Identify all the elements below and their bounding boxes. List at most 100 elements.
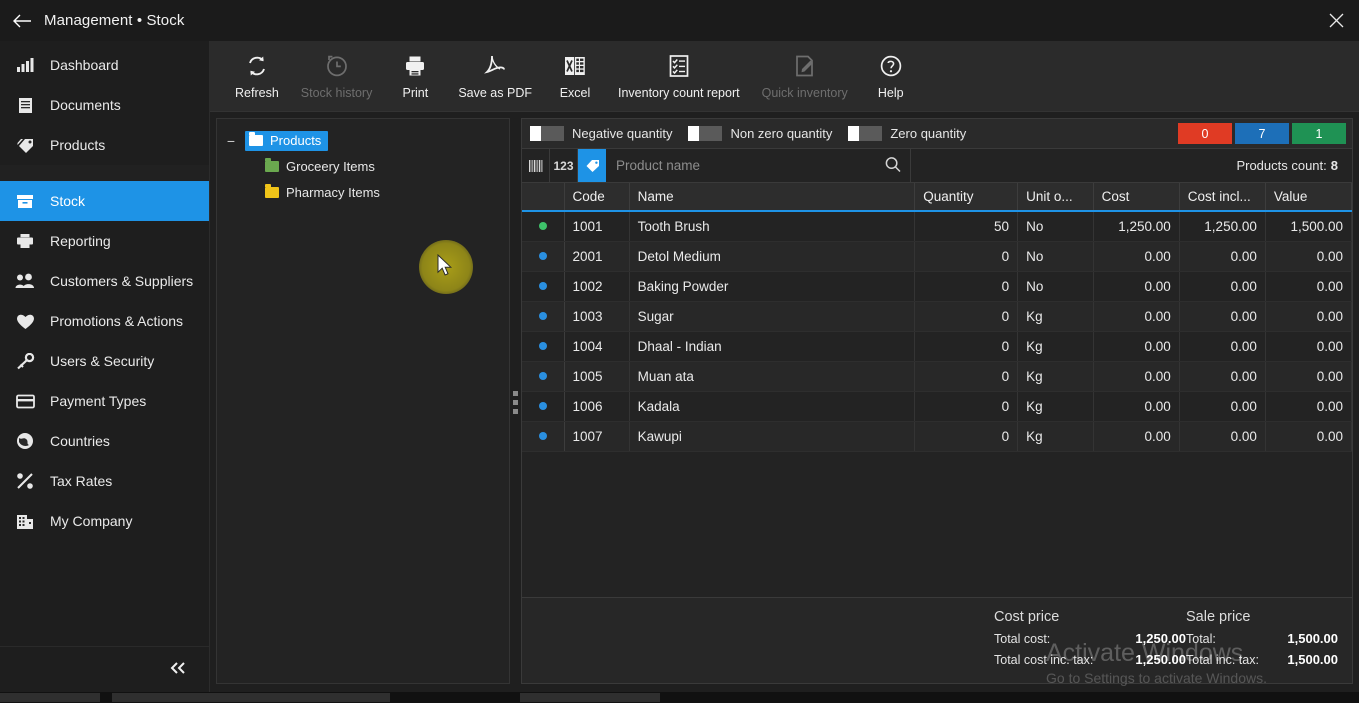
- cell-name: Kawupi: [629, 421, 916, 452]
- table-row[interactable]: 1004 Dhaal - Indian 0 Kg 0.00 0.00 0.00: [522, 331, 1353, 362]
- toggle-zero-quantity-label: Zero quantity: [890, 126, 967, 141]
- total-cost-inc-tax-value: 1,250.00: [1135, 652, 1186, 667]
- table-row[interactable]: 1006 Kadala 0 Kg 0.00 0.00 0.00: [522, 391, 1353, 422]
- table-row[interactable]: 1001 Tooth Brush 50 No 1,250.00 1,250.00…: [522, 211, 1353, 242]
- cell-name: Detol Medium: [629, 241, 916, 272]
- close-icon[interactable]: [1313, 0, 1359, 41]
- sidebar-item-dashboard[interactable]: Dashboard: [0, 45, 209, 85]
- badge-zero-count[interactable]: 7: [1235, 123, 1289, 144]
- stock-history-button[interactable]: Stock history: [290, 45, 384, 107]
- box-icon: [14, 190, 36, 212]
- cell-cost: 0.00: [1093, 271, 1180, 302]
- sidebar-item-label: Products: [50, 137, 106, 153]
- pane-splitter[interactable]: [510, 112, 521, 692]
- cell-quantity: 0: [914, 421, 1019, 452]
- numeric-search-button[interactable]: 123: [550, 149, 578, 182]
- cell-name: Dhaal - Indian: [629, 331, 916, 362]
- row-status: [522, 391, 565, 422]
- col-unit[interactable]: Unit o...: [1017, 183, 1094, 212]
- status-dot-icon: [538, 312, 547, 320]
- tree-node-products[interactable]: − Products: [217, 128, 509, 154]
- col-value[interactable]: Value: [1265, 183, 1353, 212]
- table-row[interactable]: 1003 Sugar 0 Kg 0.00 0.00 0.00: [522, 301, 1353, 332]
- cell-value: 0.00: [1265, 421, 1353, 452]
- bottom-scroll-strip[interactable]: [0, 692, 1359, 703]
- window-title: Management • Stock: [44, 12, 185, 29]
- table-row[interactable]: 2001 Detol Medium 0 No 0.00 0.00 0.00: [522, 241, 1353, 272]
- refresh-button[interactable]: Refresh: [224, 45, 290, 107]
- col-cost[interactable]: Cost: [1093, 183, 1180, 212]
- cell-quantity: 0: [914, 361, 1019, 392]
- tag-icon: [14, 134, 36, 156]
- cell-cost-incl: 0.00: [1179, 271, 1266, 302]
- total-sale-line: Total: 1,500.00: [1186, 631, 1338, 646]
- col-status[interactable]: [522, 183, 565, 212]
- tree-node-label-wrap: Pharmacy Items: [261, 183, 387, 203]
- cell-code: 1004: [564, 331, 630, 362]
- barcode-icon[interactable]: [522, 149, 550, 182]
- scroll-thumb[interactable]: [520, 693, 660, 702]
- cell-quantity: 0: [914, 301, 1019, 332]
- sidebar-item-placeholder: [0, 165, 209, 181]
- table-row[interactable]: 1005 Muan ata 0 Kg 0.00 0.00 0.00: [522, 361, 1353, 392]
- tree-node-pharmacy-items[interactable]: Pharmacy Items: [217, 180, 509, 206]
- quick-inventory-button[interactable]: Quick inventory: [751, 45, 859, 107]
- col-name[interactable]: Name: [629, 183, 916, 212]
- sidebar-item-tax-rates[interactable]: Tax Rates: [0, 461, 209, 501]
- badge-negative-count[interactable]: 0: [1178, 123, 1232, 144]
- refresh-icon: [245, 53, 269, 79]
- back-button[interactable]: [0, 0, 44, 41]
- toggle-non-zero-quantity[interactable]: [688, 126, 723, 141]
- status-dot-icon: [538, 282, 547, 290]
- sidebar-item-customers-suppliers[interactable]: Customers & Suppliers: [0, 261, 209, 301]
- badge-positive-count[interactable]: 1: [1292, 123, 1346, 144]
- sidebar-item-products[interactable]: Products: [0, 125, 209, 165]
- toolbar-button-label: Quick inventory: [761, 85, 848, 100]
- help-button[interactable]: Help: [859, 45, 923, 107]
- col-quantity[interactable]: Quantity: [914, 183, 1019, 212]
- col-code[interactable]: Code: [564, 183, 630, 212]
- sidebar-item-countries[interactable]: Countries: [0, 421, 209, 461]
- sidebar-item-my-company[interactable]: My Company: [0, 501, 209, 541]
- col-cost-incl[interactable]: Cost incl...: [1179, 183, 1266, 212]
- products-table: Code Name Quantity Unit o... Cost Cost i…: [522, 183, 1353, 452]
- sidebar-item-payment-types[interactable]: Payment Types: [0, 381, 209, 421]
- sidebar-item-reporting[interactable]: Reporting: [0, 221, 209, 261]
- toolbar-button-label: Inventory count report: [617, 85, 740, 100]
- table-row[interactable]: 1002 Baking Powder 0 No 0.00 0.00 0.00: [522, 271, 1353, 302]
- clock-history-icon: [325, 53, 349, 79]
- cell-name: Muan ata: [629, 361, 916, 392]
- cost-price-heading: Cost price: [994, 609, 1060, 625]
- folder-icon: [265, 184, 279, 198]
- table-row[interactable]: 1007 Kawupi 0 Kg 0.00 0.00 0.00: [522, 421, 1353, 452]
- sidebar-collapse-button[interactable]: [0, 646, 209, 692]
- row-status: [522, 211, 565, 242]
- main-region: Refresh Stock history Print Save as PDF …: [210, 41, 1359, 692]
- tag-search-icon[interactable]: [578, 149, 606, 182]
- collapse-toggle-icon[interactable]: −: [223, 134, 239, 148]
- save-as-pdf-button[interactable]: Save as PDF: [447, 45, 543, 107]
- scroll-segment-left[interactable]: [0, 693, 100, 702]
- sidebar-item-documents[interactable]: Documents: [0, 85, 209, 125]
- tree-node-groceery-items[interactable]: Groceery Items: [217, 154, 509, 180]
- toggle-negative-quantity[interactable]: [530, 126, 564, 141]
- sidebar-item-users-security[interactable]: Users & Security: [0, 341, 209, 381]
- print-button[interactable]: Print: [383, 45, 447, 107]
- cell-code: 1003: [564, 301, 630, 332]
- search-input[interactable]: Product name: [606, 149, 911, 182]
- tree-node-label: Products: [270, 133, 322, 148]
- inventory-count-report-button[interactable]: Inventory count report: [607, 45, 751, 107]
- search-icon[interactable]: [885, 156, 901, 175]
- products-table-pane: Negative quantity Non zero quantity Zero…: [521, 118, 1353, 684]
- scroll-segment-mid[interactable]: [112, 693, 390, 702]
- toggle-zero-quantity[interactable]: [848, 126, 883, 141]
- cell-code: 1005: [564, 361, 630, 392]
- total-cost-label: Total cost:: [994, 632, 1051, 646]
- sidebar-item-promotions-actions[interactable]: Promotions & Actions: [0, 301, 209, 341]
- sidebar-item-label: Documents: [50, 97, 121, 113]
- excel-button[interactable]: Excel: [543, 45, 607, 107]
- folder-icon: [249, 132, 263, 146]
- sidebar-item-stock[interactable]: Stock: [0, 181, 209, 221]
- question-circle-icon: [879, 53, 903, 79]
- table-body: 1001 Tooth Brush 50 No 1,250.00 1,250.00…: [522, 211, 1353, 452]
